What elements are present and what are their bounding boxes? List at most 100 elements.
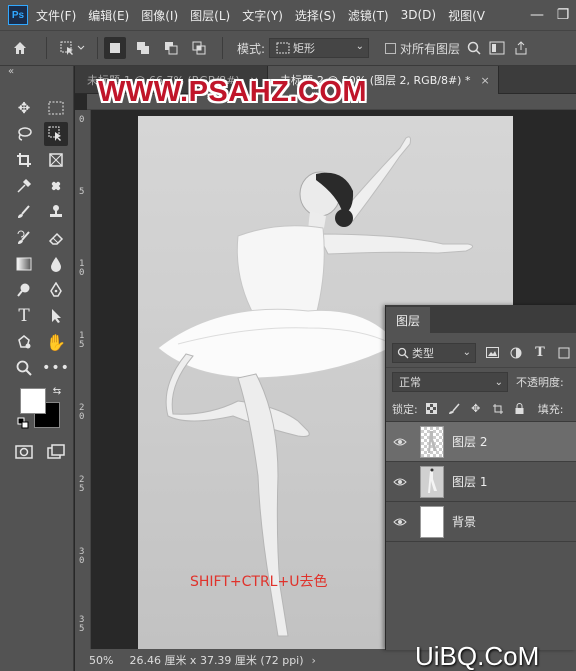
menu-3d[interactable]: 3D(D) — [401, 8, 436, 22]
menu-type[interactable]: 文字(Y) — [242, 7, 283, 24]
close-icon[interactable]: × — [480, 74, 489, 87]
lock-label: 锁定: — [392, 402, 418, 416]
search-icon — [397, 347, 409, 358]
chevron-right-icon[interactable]: › — [312, 654, 316, 667]
watermark-top: WWW.PSAHZ.COM — [98, 76, 368, 108]
healing-brush-icon[interactable] — [44, 174, 68, 198]
window-controls: — ❐ — [524, 0, 576, 30]
frame-icon[interactable] — [44, 148, 68, 172]
swap-colors-icon[interactable]: ⇆ — [50, 384, 64, 398]
menu-filter[interactable]: 滤镜(T) — [348, 7, 389, 24]
type-filter-icon[interactable]: T — [532, 345, 548, 361]
lock-transparent-icon[interactable] — [424, 401, 440, 417]
restore-button[interactable]: ❐ — [550, 7, 576, 23]
new-selection-button[interactable] — [104, 37, 126, 59]
gradient-icon[interactable] — [12, 252, 36, 276]
eye-icon[interactable] — [386, 437, 414, 447]
eye-icon[interactable] — [386, 517, 414, 527]
layer-row[interactable]: 图层 2 — [386, 422, 576, 462]
layers-panel-tabbar: 图层 — [386, 305, 576, 333]
pen-icon[interactable] — [44, 278, 68, 302]
pixel-filter-icon[interactable] — [484, 345, 500, 361]
lock-artboard-icon[interactable] — [490, 401, 506, 417]
lasso-icon[interactable] — [12, 122, 36, 146]
move-tool-icon[interactable]: ✥ — [12, 96, 36, 120]
blur-icon[interactable] — [44, 252, 68, 276]
share-icon[interactable] — [510, 36, 532, 60]
watermark-bottom: UiBQ.CoM — [415, 641, 540, 671]
options-bar: 模式: 矩形 ⌄ 对所有图层 — [0, 30, 576, 66]
type-icon[interactable]: T — [12, 304, 36, 328]
blend-mode-select[interactable]: 正常 ⌄ — [392, 372, 508, 392]
add-to-selection-button[interactable] — [132, 37, 154, 59]
menu-file[interactable]: 文件(F) — [36, 7, 76, 24]
layer-thumbnail — [420, 505, 444, 538]
mode-select[interactable]: 矩形 ⌄ — [269, 38, 370, 58]
layer-row[interactable]: 图层 1 — [386, 462, 576, 502]
menu-select[interactable]: 选择(S) — [295, 7, 336, 24]
clone-stamp-icon[interactable] — [44, 200, 68, 224]
lock-all-icon[interactable] — [512, 401, 528, 417]
menu-image[interactable]: 图像(I) — [141, 7, 178, 24]
home-icon[interactable] — [0, 36, 40, 60]
layer-thumbnail — [420, 425, 444, 458]
layer-row[interactable]: 背景 — [386, 502, 576, 542]
chevron-down-icon: ⌄ — [355, 41, 365, 52]
search-icon[interactable] — [464, 36, 484, 60]
history-brush-icon[interactable] — [12, 226, 36, 250]
hand-icon[interactable]: ✋ — [44, 330, 68, 354]
photoshop-logo: Ps — [8, 5, 28, 25]
lock-row: 锁定: ✥ 填充: — [386, 396, 576, 422]
zoom-level[interactable]: 50% — [89, 654, 113, 667]
document-size: 26.46 厘米 x 37.39 厘米 (72 ppi) — [129, 654, 304, 667]
foreground-color-swatch[interactable] — [20, 388, 46, 414]
shape-filter-icon[interactable] — [556, 345, 572, 361]
fill-label: 填充: — [537, 402, 564, 416]
screen-mode-icon[interactable] — [44, 440, 68, 464]
adjustment-filter-icon[interactable] — [508, 345, 524, 361]
custom-shape-icon[interactable] — [12, 330, 36, 354]
more-tools-icon[interactable]: ••• — [42, 356, 69, 380]
kind-filter-select[interactable]: 类型 ⌄ — [392, 342, 476, 363]
tab-layers[interactable]: 图层 — [386, 307, 431, 333]
menu-view[interactable]: 视图(V — [448, 7, 485, 24]
collapse-icon[interactable]: « — [8, 66, 14, 77]
default-colors-icon[interactable] — [16, 416, 30, 430]
opacity-label: 不透明度: — [516, 376, 564, 389]
tool-preset-picker[interactable] — [53, 36, 91, 60]
layer-name: 图层 1 — [452, 475, 488, 489]
quick-mask-icon[interactable] — [12, 440, 36, 464]
menu-bar: Ps 文件(F) 编辑(E) 图像(I) 图层(L) 文字(Y) 选择(S) 滤… — [0, 0, 576, 30]
eraser-icon[interactable] — [44, 226, 68, 250]
sample-all-checkbox[interactable] — [385, 42, 397, 54]
menu-edit[interactable]: 编辑(E) — [88, 7, 129, 24]
crop-icon[interactable] — [12, 148, 36, 172]
lock-pixels-icon[interactable] — [446, 401, 462, 417]
vertical-ruler: 0 5 1 0 1 5 2 0 2 5 3 0 3 5 — [75, 110, 91, 649]
ruler-number: 1 0 — [79, 259, 85, 278]
object-selection-icon[interactable] — [44, 122, 68, 146]
sample-all-label: 对所有图层 — [400, 41, 461, 56]
subtract-from-selection-button[interactable] — [160, 37, 182, 59]
ruler-number: 3 5 — [79, 615, 85, 634]
separator — [97, 37, 98, 59]
layers-panel: 图层 类型 ⌄ T 正常 ⌄ 不透明度: 锁定: ✥ 填充: 图层 2 图层 1… — [385, 305, 576, 650]
ruler-number: 2 5 — [79, 475, 85, 494]
blend-row: 正常 ⌄ 不透明度: — [386, 368, 576, 396]
minimize-button[interactable]: — — [524, 7, 550, 23]
dodge-icon[interactable] — [12, 278, 36, 302]
rectangular-marquee-icon[interactable] — [44, 96, 68, 120]
intersect-selection-button[interactable] — [188, 37, 210, 59]
mode-value: 矩形 — [293, 42, 316, 55]
eye-icon[interactable] — [386, 477, 414, 487]
kind-filter-value: 类型 — [412, 346, 434, 360]
eyedropper-icon[interactable] — [12, 174, 36, 198]
brush-icon[interactable] — [12, 200, 36, 224]
workspace-icon[interactable] — [484, 36, 510, 60]
blend-mode-value: 正常 — [399, 376, 421, 389]
path-selection-icon[interactable] — [44, 304, 68, 328]
menu-layer[interactable]: 图层(L) — [190, 7, 230, 24]
chevron-down-icon: ⌄ — [462, 347, 471, 358]
zoom-icon[interactable] — [12, 356, 36, 380]
lock-position-icon[interactable]: ✥ — [468, 401, 484, 417]
